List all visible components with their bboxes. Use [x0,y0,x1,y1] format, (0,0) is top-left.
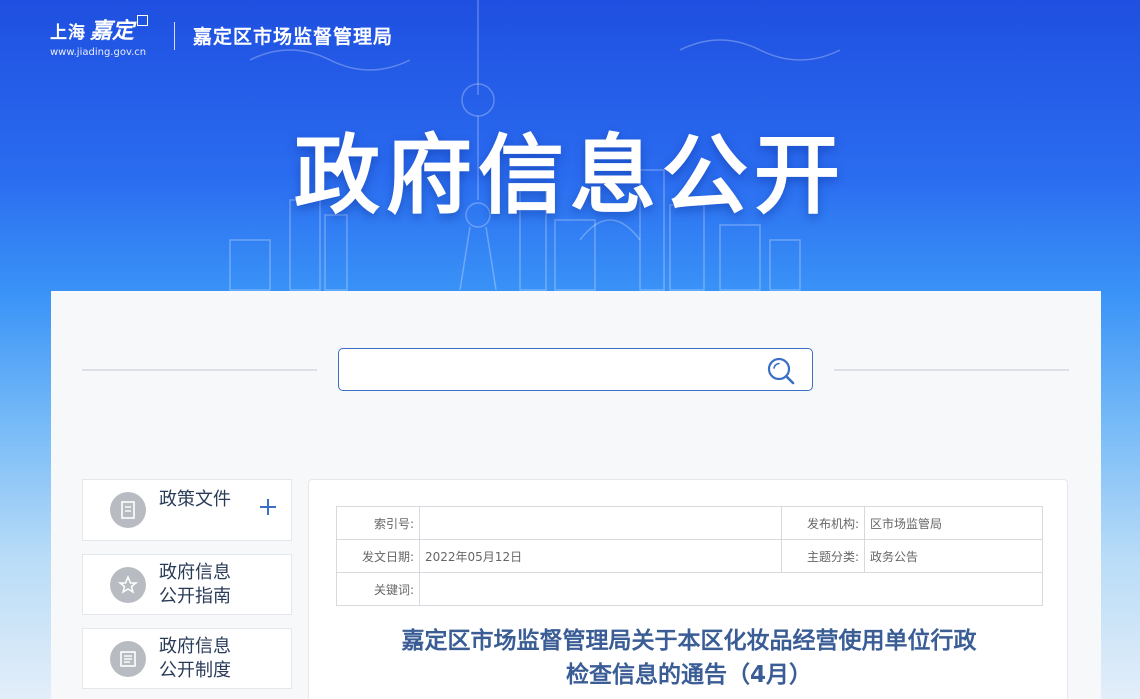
table-row: 发文日期: 2022年05月12日 主题分类: 政务公告 [336,539,1043,573]
sidebar-item-label: 政府信息 公开制度 [159,635,231,681]
guide-icon [110,566,146,603]
sidebar-item-disclosure-rules[interactable]: 政府信息 公开制度 [82,628,292,689]
header-divider [174,21,175,50]
rules-icon [110,640,146,677]
site-header: 上海 嘉定 www.jiading.gov.cn 嘉定区市场监督管理局 [50,8,393,63]
table-row: 关键词: [336,572,1043,606]
logo-city-text: 上海 [50,23,86,43]
logo-url-text: www.jiading.gov.cn [50,47,147,58]
search-divider-right [834,369,1069,371]
date-label: 发文日期: [336,539,420,573]
keywords-value [419,572,1043,606]
document-title-line2: 检查信息的通告（4月） [565,662,812,688]
main-panel: 政策文件 政府信息 公开指南 政府信息 公开制度 索引号: 发布机构: 区市场监… [51,291,1101,699]
search-box [338,348,813,391]
document-title: 嘉定区市场监督管理局关于本区化妆品经营使用单位行政 检查信息的通告（4月） [329,624,1049,692]
jiading-logo[interactable]: 上海 嘉定 www.jiading.gov.cn [50,13,160,58]
keywords-label: 关键词: [336,572,420,606]
logo-seal-icon [137,15,149,26]
document-icon [110,492,146,528]
sidebar-item-label: 政策文件 [159,489,231,510]
topic-value: 政务公告 [864,539,1043,573]
search-icon[interactable] [766,356,796,386]
document-content: 索引号: 发布机构: 区市场监管局 发文日期: 2022年05月12日 主题分类… [308,479,1068,699]
index-label: 索引号: [336,506,420,540]
sidebar-item-label: 政府信息 公开指南 [159,561,231,607]
search-input[interactable] [349,357,749,383]
index-value [419,506,782,540]
topic-label: 主题分类: [781,539,865,573]
table-row: 索引号: 发布机构: 区市场监管局 [336,506,1043,540]
plus-icon[interactable] [259,498,277,516]
publisher-value: 区市场监管局 [864,506,1043,540]
hero-title: 政府信息公开 [294,126,846,226]
search-divider-left [82,369,317,371]
publisher-label: 发布机构: [781,506,865,540]
document-metadata-table: 索引号: 发布机构: 区市场监管局 发文日期: 2022年05月12日 主题分类… [336,506,1043,606]
sidebar-item-disclosure-guide[interactable]: 政府信息 公开指南 [82,554,292,615]
department-title[interactable]: 嘉定区市场监督管理局 [193,22,393,49]
date-value: 2022年05月12日 [419,539,782,573]
sidebar-item-policy-documents[interactable]: 政策文件 [82,479,292,541]
document-title-line1: 嘉定区市场监督管理局关于本区化妆品经营使用单位行政 [401,628,977,654]
logo-district-calligraphy: 嘉定 [90,18,135,44]
